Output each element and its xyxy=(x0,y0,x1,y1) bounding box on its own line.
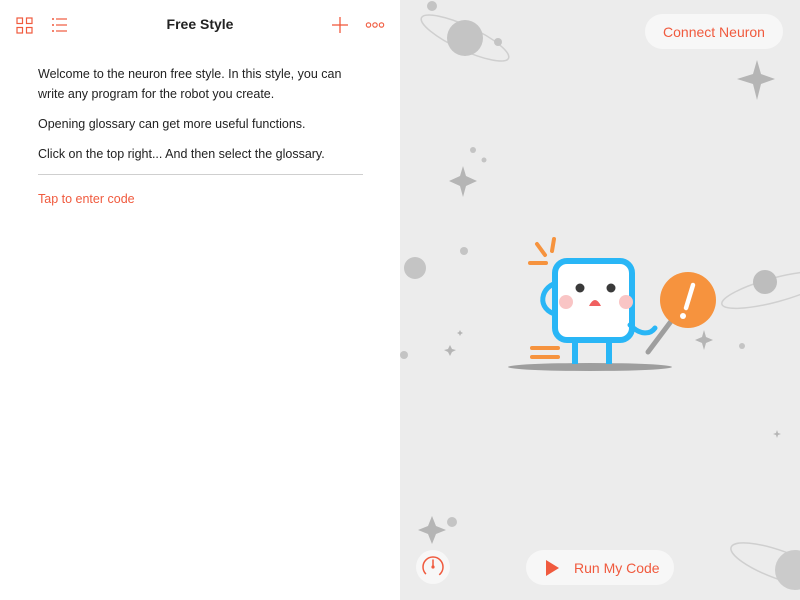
intro-paragraph: Opening glossary can get more useful fun… xyxy=(38,117,306,131)
play-icon xyxy=(546,559,559,576)
divider xyxy=(38,174,363,175)
more-icon[interactable] xyxy=(362,12,388,38)
editor-pane: Free Style Welcome to the neuron free st… xyxy=(0,0,400,600)
run-label: Run My Code xyxy=(574,559,660,576)
planet-ring-icon xyxy=(721,270,800,310)
intro-paragraph: Welcome to the neuron free style. In thi… xyxy=(38,67,342,101)
intro-text: Welcome to the neuron free style. In thi… xyxy=(38,64,363,206)
speedometer-icon[interactable] xyxy=(416,550,450,584)
planet-ring-icon xyxy=(420,1,510,62)
stage-pane: Connect Neuron Run My Code xyxy=(400,0,800,600)
connect-neuron-button[interactable]: Connect Neuron xyxy=(645,14,783,49)
tap-to-enter-code-link[interactable]: Tap to enter code xyxy=(38,192,363,206)
toolbar: Free Style xyxy=(0,0,400,50)
plus-icon[interactable] xyxy=(327,12,353,38)
planet-ring-icon xyxy=(730,542,800,590)
intro-paragraph: Click on the top right... And then selec… xyxy=(38,147,325,161)
run-my-code-button[interactable]: Run My Code xyxy=(526,550,674,585)
robot-warning-illustration xyxy=(508,237,716,371)
